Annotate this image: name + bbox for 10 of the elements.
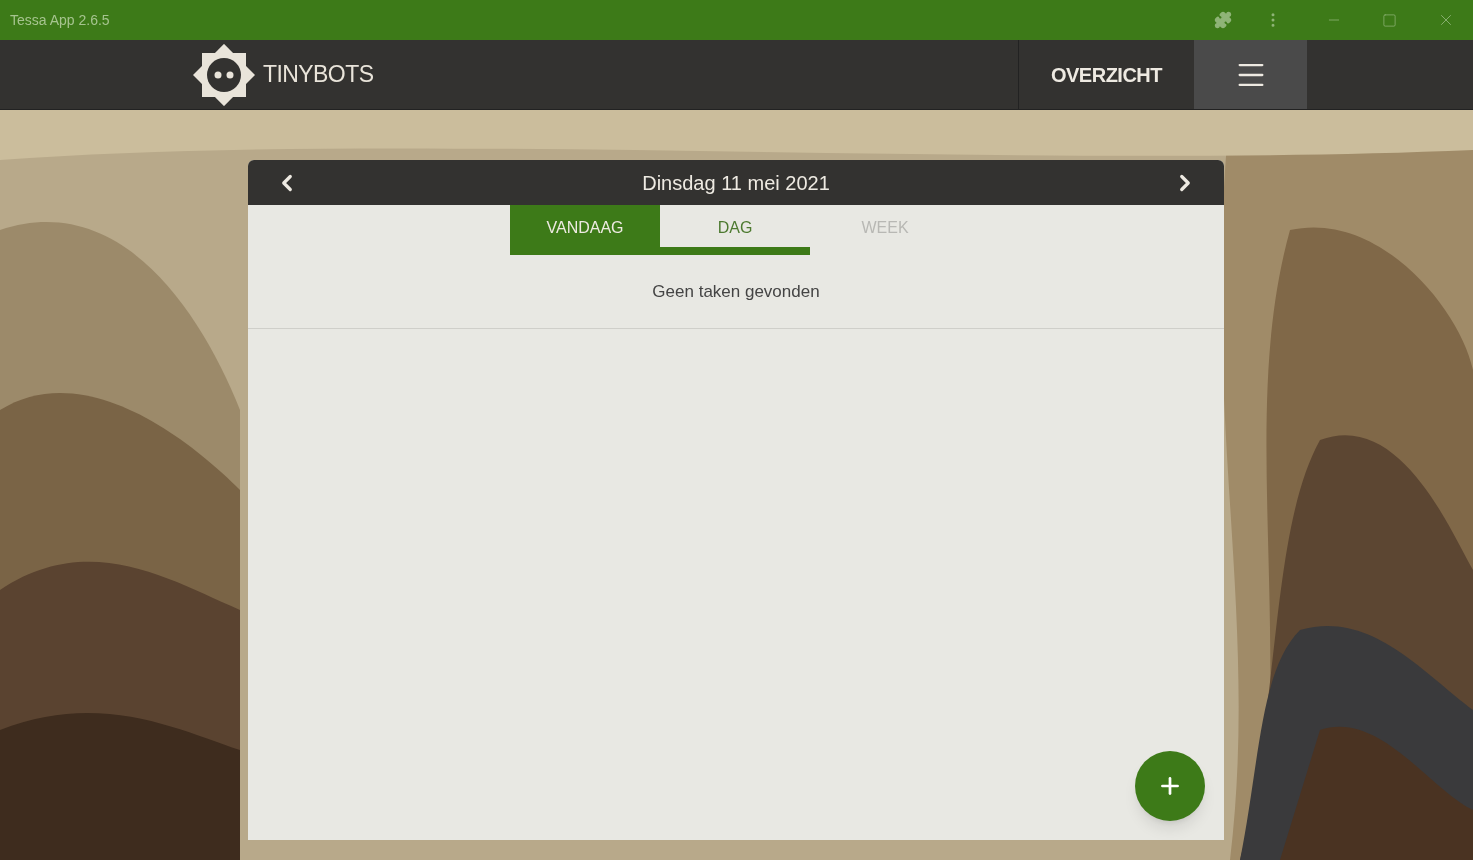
extension-icon[interactable]	[1214, 11, 1232, 29]
brand-name: TINYBOTS	[263, 60, 374, 90]
view-tab[interactable]: DAG	[660, 205, 810, 255]
date-title: Dinsdag 11 mei 2021	[642, 170, 830, 196]
menu-button[interactable]	[1194, 40, 1307, 109]
empty-message: Geen taken gevonden	[652, 280, 820, 303]
window-title: Tessa App 2.6.5	[10, 10, 110, 30]
maximize-icon[interactable]	[1382, 12, 1397, 28]
add-task-button[interactable]	[1135, 751, 1205, 821]
view-tab[interactable]: VANDAAG	[510, 205, 660, 255]
